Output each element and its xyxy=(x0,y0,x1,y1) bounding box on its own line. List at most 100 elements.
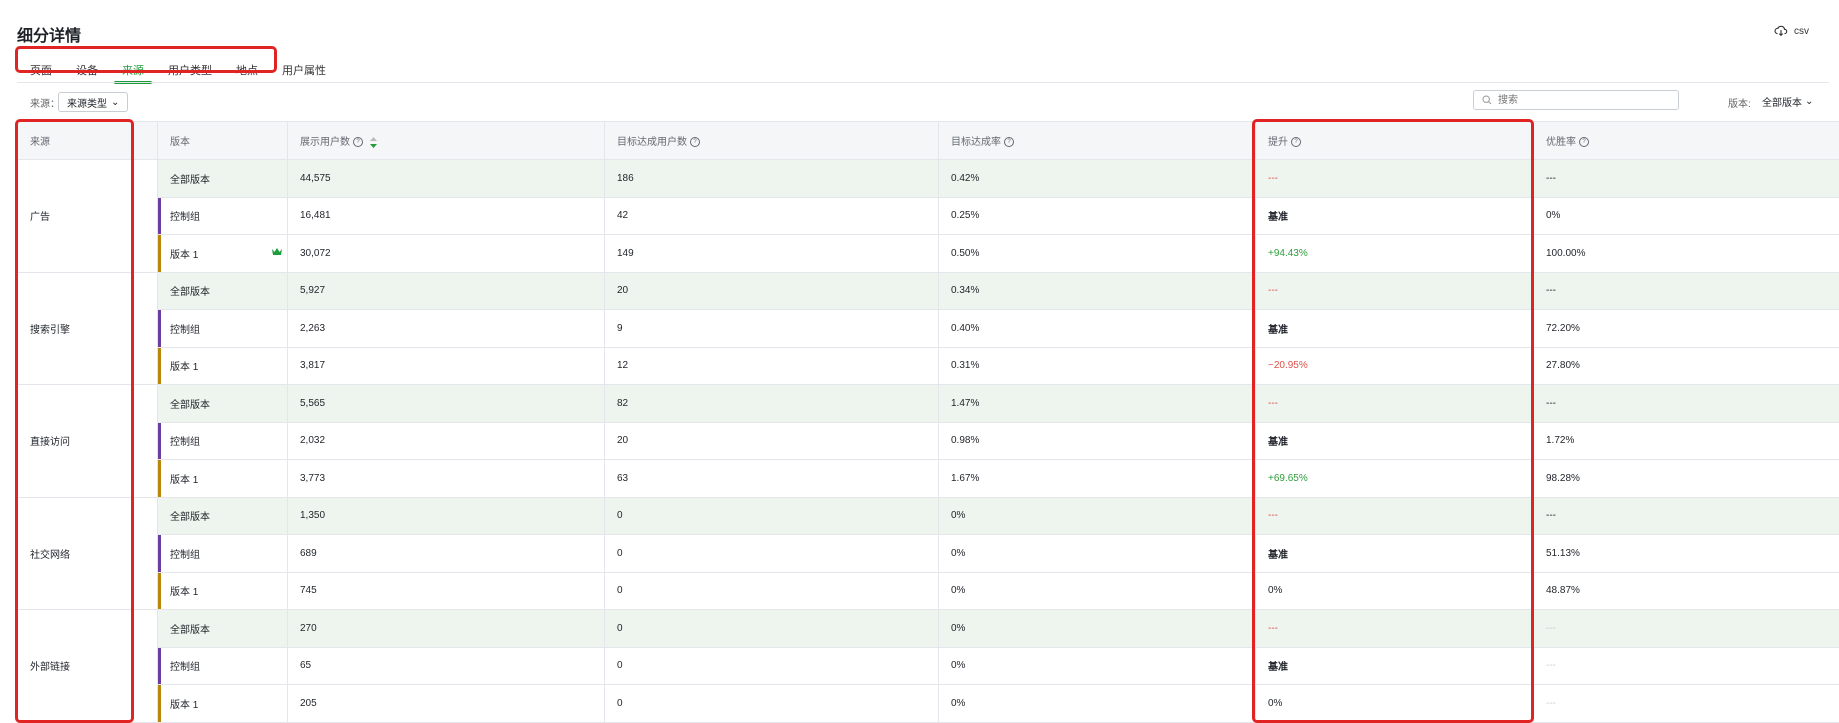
lift-cell: --- xyxy=(1255,497,1534,535)
version-cell: 全部版本 xyxy=(157,497,288,535)
source-type-select[interactable]: 来源类型 ⌄ xyxy=(58,92,129,112)
version-select[interactable]: 全部版本 ⌄ xyxy=(1762,94,1813,109)
source-filter-label: 来源： xyxy=(30,99,60,110)
header-source[interactable]: 来源 xyxy=(17,121,158,160)
table-row: 控制组 2,032 20 0.98% 基准 1.72% xyxy=(18,422,1839,460)
table-row: 版本 1 205 0 0% 0% --- xyxy=(18,684,1839,723)
goal-users-cell: 0 xyxy=(604,534,939,573)
search-box[interactable] xyxy=(1473,90,1679,110)
shown-users-cell: 270 xyxy=(287,609,605,648)
header-lift[interactable]: 提升? xyxy=(1255,121,1534,160)
help-icon[interactable]: ? xyxy=(1291,137,1301,148)
header-shown-users[interactable]: 展示用户数? xyxy=(287,121,605,160)
goal-rate-cell: 0.42% xyxy=(938,159,1256,198)
version-cell: 全部版本 xyxy=(157,609,288,648)
goal-rate-cell: 1.67% xyxy=(938,459,1256,498)
goal-users-cell: 186 xyxy=(604,159,939,198)
shown-users-cell: 2,032 xyxy=(287,422,605,460)
tab-3[interactable]: 用户类型 xyxy=(156,50,224,82)
win-rate-cell: 98.28% xyxy=(1533,459,1839,498)
tab-0[interactable]: 页面 xyxy=(18,50,64,82)
table-row: 版本 1 3,817 12 0.31% −20.95% 27.80% xyxy=(18,347,1839,385)
goal-rate-cell: 0% xyxy=(938,572,1256,610)
tab-4[interactable]: 地点 xyxy=(224,50,270,82)
lift-cell: +69.65% xyxy=(1255,459,1534,498)
version-cell: 全部版本 xyxy=(157,272,288,310)
chevron-down-icon: ⌄ xyxy=(111,96,120,108)
table-row: 控制组 65 0 0% 基准 --- xyxy=(18,647,1839,685)
source-cell: 搜索引擎 xyxy=(17,272,158,385)
table-header-row: 来源 版本 展示用户数? 目标达成用户数? 目标达成率? 提升? 优胜率? xyxy=(17,121,1839,160)
lift-cell: --- xyxy=(1255,609,1534,648)
shown-users-cell: 16,481 xyxy=(287,197,605,235)
win-rate-cell: 0% xyxy=(1533,197,1839,235)
win-rate-cell: 27.80% xyxy=(1533,347,1839,385)
lift-cell: --- xyxy=(1255,384,1534,423)
goal-rate-cell: 0.31% xyxy=(938,347,1256,385)
lift-cell: 0% xyxy=(1255,684,1534,723)
shown-users-cell: 3,773 xyxy=(287,459,605,498)
goal-rate-cell: 0.40% xyxy=(938,309,1256,348)
tab-2[interactable]: 来源 xyxy=(110,50,156,84)
lift-cell: 基准 xyxy=(1255,422,1534,460)
tab-5[interactable]: 用户属性 xyxy=(270,50,338,82)
lift-cell: 基准 xyxy=(1255,534,1534,573)
source-type-value: 来源类型 xyxy=(67,98,107,110)
goal-users-cell: 63 xyxy=(604,459,939,498)
source-cell: 直接访问 xyxy=(17,384,158,498)
shown-users-cell: 689 xyxy=(287,534,605,573)
help-icon[interactable]: ? xyxy=(353,137,363,148)
header-version[interactable]: 版本 xyxy=(157,121,288,160)
search-input[interactable] xyxy=(1496,93,1670,107)
chevron-down-icon: ⌄ xyxy=(1805,96,1814,107)
table-row: 外部链接 全部版本 270 0 0% --- --- xyxy=(17,609,1839,723)
goal-users-cell: 20 xyxy=(604,422,939,460)
filter-row: 来源： 来源类型 ⌄ 版本: 全部版本 ⌄ xyxy=(17,90,1829,112)
shown-users-cell: 44,575 xyxy=(287,159,605,198)
table-row: 控制组 689 0 0% 基准 51.13% xyxy=(18,534,1839,573)
help-icon[interactable]: ? xyxy=(1004,137,1014,148)
shown-users-cell: 30,072 xyxy=(287,234,605,273)
version-filter-label: 版本: xyxy=(1728,99,1751,110)
goal-users-cell: 0 xyxy=(604,647,939,685)
cloud-download-icon xyxy=(1774,25,1788,37)
lift-cell: 基准 xyxy=(1255,197,1534,235)
goal-rate-cell: 0.98% xyxy=(938,422,1256,460)
goal-users-cell: 82 xyxy=(604,384,939,423)
shown-users-cell: 65 xyxy=(287,647,605,685)
version-cell: 控制组 xyxy=(157,534,288,573)
source-cell: 社交网络 xyxy=(17,497,158,610)
win-rate-cell: 51.13% xyxy=(1533,534,1839,573)
header-win-rate[interactable]: 优胜率? xyxy=(1533,121,1839,160)
lift-cell: --- xyxy=(1255,272,1534,310)
goal-users-cell: 20 xyxy=(604,272,939,310)
table-row: 直接访问 全部版本 5,565 82 1.47% --- --- xyxy=(17,384,1839,498)
goal-rate-cell: 0% xyxy=(938,609,1256,648)
goal-rate-cell: 0.50% xyxy=(938,234,1256,273)
goal-users-cell: 0 xyxy=(604,684,939,723)
table-row: 社交网络 全部版本 1,350 0 0% --- --- xyxy=(17,497,1839,610)
lift-cell: 0% xyxy=(1255,572,1534,610)
win-rate-cell: --- xyxy=(1533,684,1839,723)
lift-cell: --- xyxy=(1255,159,1534,198)
version-cell: 全部版本 xyxy=(157,384,288,423)
version-cell: 全部版本 xyxy=(157,159,288,198)
table-row: 广告 全部版本 44,575 186 0.42% --- --- xyxy=(17,159,1839,273)
crown-icon xyxy=(272,248,282,255)
help-icon[interactable]: ? xyxy=(690,137,700,148)
win-rate-cell: --- xyxy=(1533,159,1839,198)
sort-icon[interactable] xyxy=(369,136,377,148)
goal-users-cell: 42 xyxy=(604,197,939,235)
tab-1[interactable]: 设备 xyxy=(64,50,110,82)
header-goal-rate[interactable]: 目标达成率? xyxy=(938,121,1256,160)
help-icon[interactable]: ? xyxy=(1579,137,1589,148)
version-cell: 版本 1 xyxy=(157,684,288,723)
win-rate-cell: --- xyxy=(1533,497,1839,535)
tab-bar: 页面 设备 来源 用户类型 地点 用户属性 xyxy=(18,50,338,84)
header-goal-users[interactable]: 目标达成用户数? xyxy=(604,121,939,160)
csv-export-button[interactable]: csv xyxy=(1774,24,1809,38)
version-cell: 控制组 xyxy=(157,309,288,348)
version-cell: 版本 1 xyxy=(157,572,288,610)
goal-users-cell: 9 xyxy=(604,309,939,348)
goal-rate-cell: 0% xyxy=(938,647,1256,685)
